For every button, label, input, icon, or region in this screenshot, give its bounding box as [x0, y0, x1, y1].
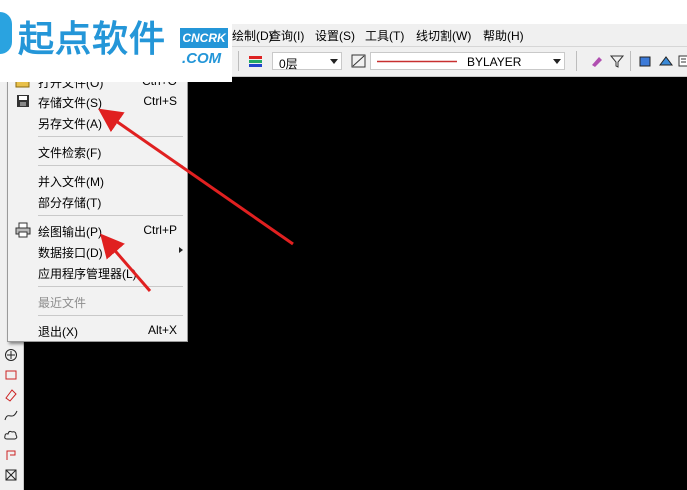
annotation-arrow-save — [98, 108, 294, 246]
annotation-arrow-plot — [100, 233, 152, 292]
annotation-arrows — [98, 108, 294, 292]
